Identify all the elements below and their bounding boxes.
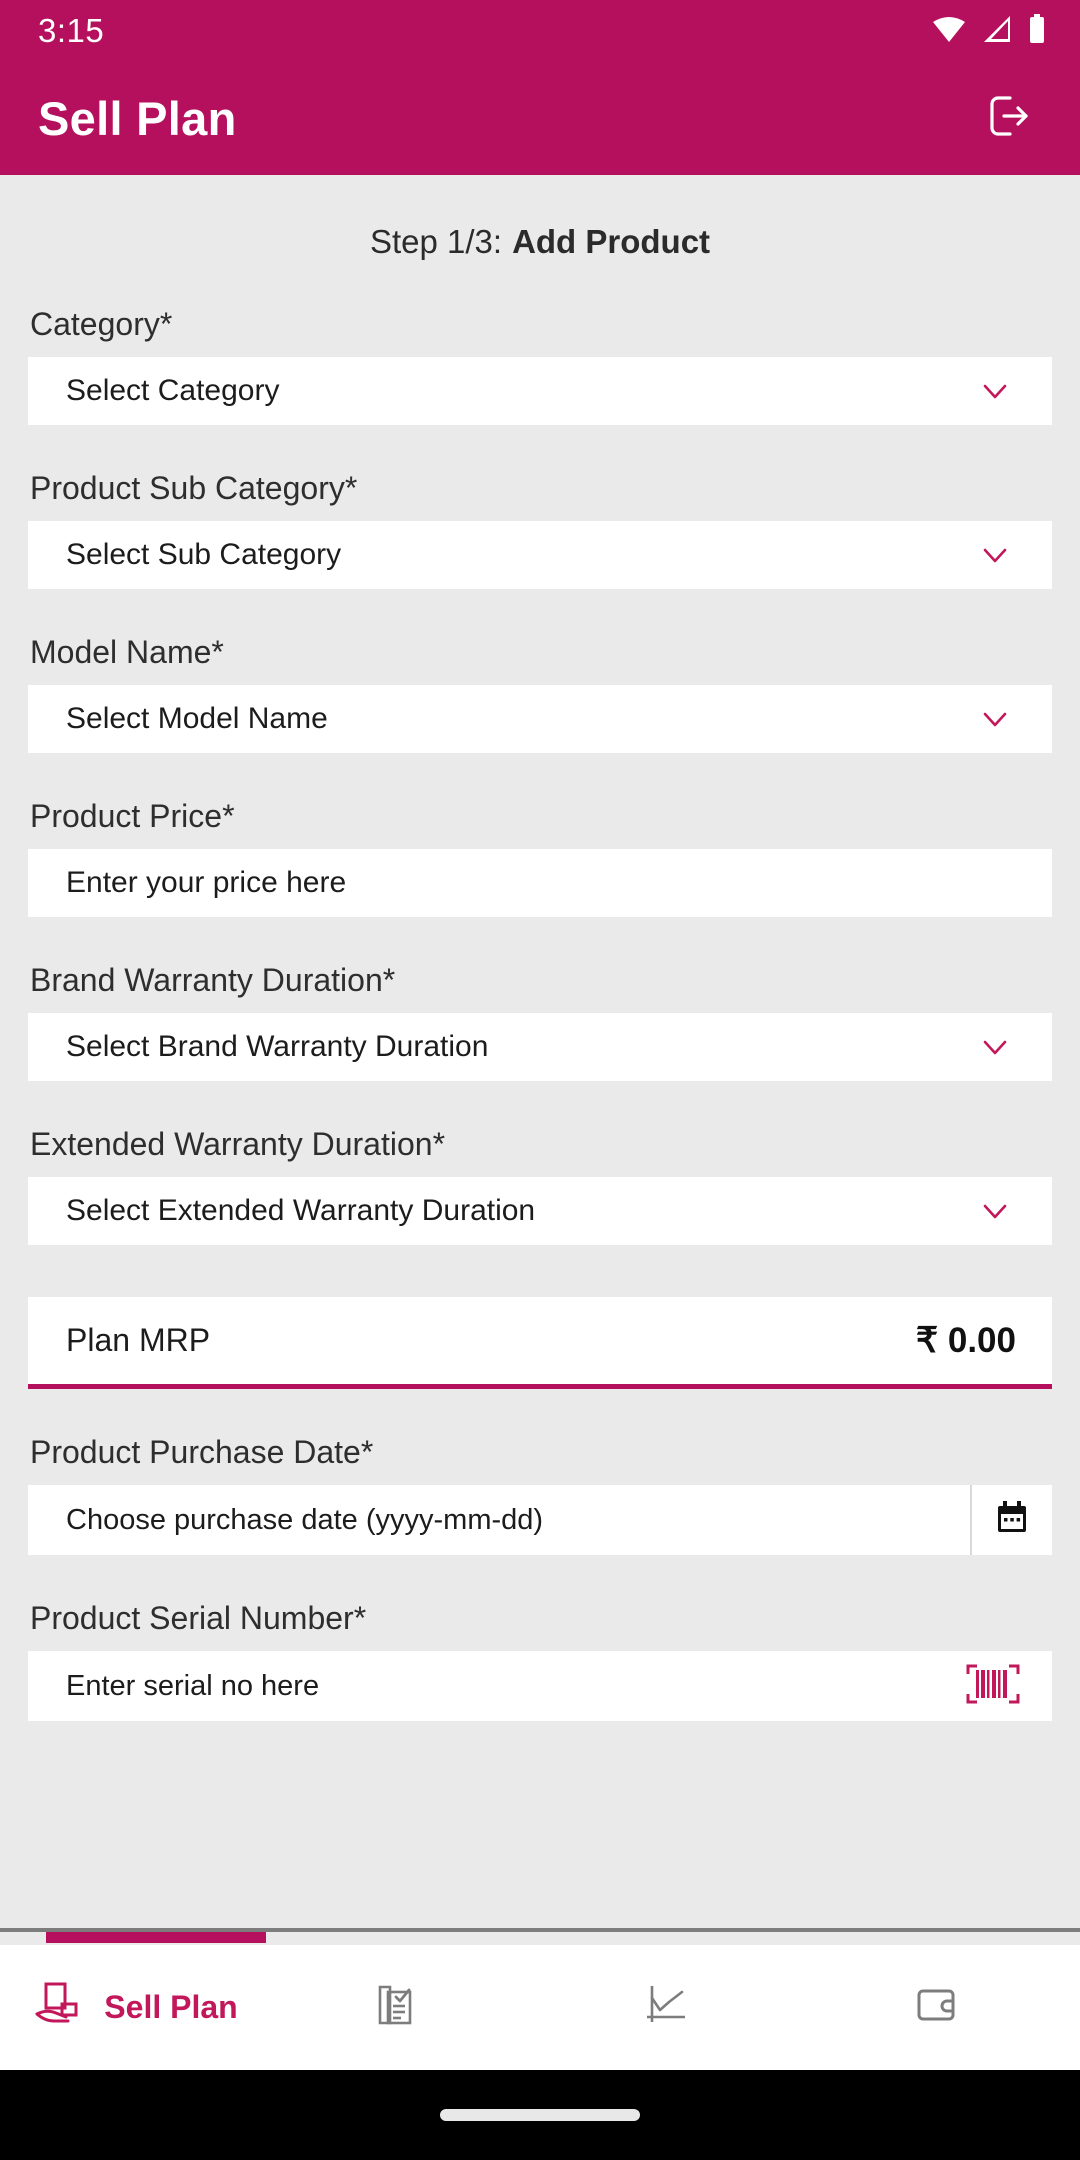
wifi-icon	[932, 15, 966, 48]
document-check-icon	[369, 1978, 423, 2037]
nav-item-wallet[interactable]	[810, 1945, 1080, 2070]
nav-item-sell-plan[interactable]: Sell Plan	[0, 1945, 270, 2070]
hand-holding-card-icon	[32, 1978, 86, 2037]
app-bar: Sell Plan	[0, 62, 1080, 175]
purchase-date-picker-button[interactable]	[972, 1485, 1052, 1555]
step-prefix: Step 1/3:	[369, 223, 503, 260]
serial-number-row: Enter serial no here	[28, 1651, 1052, 1721]
nav-item-orders[interactable]	[270, 1945, 540, 2070]
bottom-navigation: Sell Plan	[0, 1945, 1080, 2070]
chevron-down-icon	[978, 702, 1012, 736]
wallet-icon	[909, 1978, 963, 2037]
plan-mrp-value: ₹ 0.00	[915, 1320, 1016, 1360]
label-category: Category*	[30, 306, 173, 342]
home-indicator[interactable]	[440, 2109, 640, 2121]
calendar-icon	[992, 1498, 1032, 1543]
model-name-dropdown[interactable]: Select Model Name	[28, 685, 1052, 753]
chevron-down-icon	[978, 538, 1012, 572]
label-serial-number: Product Serial Number*	[30, 1600, 367, 1636]
page-title: Sell Plan	[38, 92, 237, 145]
label-product-price: Product Price*	[30, 798, 235, 834]
category-dropdown[interactable]: Select Category	[28, 357, 1052, 425]
sub-category-value: Select Sub Category	[66, 538, 342, 571]
nav-label-sell-plan: Sell Plan	[104, 1989, 238, 2025]
form-fields: Category* Select Category Product Sub Ca…	[0, 306, 1080, 1721]
status-bar: 3:15	[0, 0, 1080, 62]
extended-warranty-duration-dropdown[interactable]: Select Extended Warranty Duration	[28, 1177, 1052, 1245]
label-model-name: Model Name*	[30, 634, 224, 670]
label-extended-warranty-duration: Extended Warranty Duration*	[30, 1126, 446, 1162]
signal-icon	[982, 15, 1012, 48]
plan-mrp-row: Plan MRP ₹ 0.00	[28, 1297, 1052, 1389]
scroll-indicator[interactable]	[46, 1932, 266, 1943]
form-scroll-area[interactable]: Step 1/3: Add Product Category* Select Ca…	[0, 175, 1080, 1945]
category-value: Select Category	[66, 374, 280, 407]
purchase-date-input[interactable]: Choose purchase date (yyyy-mm-dd)	[28, 1485, 972, 1555]
logout-button[interactable]	[972, 83, 1044, 155]
battery-icon	[1028, 13, 1046, 49]
step-indicator: Step 1/3: Add Product	[0, 175, 1080, 261]
line-chart-icon	[639, 1978, 693, 2037]
step-name: Add Product	[512, 223, 711, 260]
label-brand-warranty-duration: Brand Warranty Duration*	[30, 962, 396, 998]
plan-mrp-label: Plan MRP	[66, 1322, 211, 1358]
status-time: 3:15	[38, 12, 105, 49]
brand-warranty-duration-value: Select Brand Warranty Duration	[66, 1030, 489, 1063]
label-purchase-date: Product Purchase Date*	[30, 1434, 374, 1470]
brand-warranty-duration-dropdown[interactable]: Select Brand Warranty Duration	[28, 1013, 1052, 1081]
product-price-placeholder: Enter your price here	[66, 866, 347, 899]
system-gesture-bar	[0, 2070, 1080, 2160]
chevron-down-icon	[978, 1194, 1012, 1228]
model-name-value: Select Model Name	[66, 702, 328, 735]
extended-warranty-duration-value: Select Extended Warranty Duration	[66, 1194, 536, 1227]
chevron-down-icon	[978, 1030, 1012, 1064]
product-price-input[interactable]: Enter your price here	[28, 849, 1052, 917]
nav-item-reports[interactable]	[540, 1945, 810, 2070]
logout-icon	[980, 88, 1036, 149]
barcode-scan-icon[interactable]	[964, 1660, 1022, 1713]
label-sub-category: Product Sub Category*	[30, 470, 358, 506]
status-icons	[932, 13, 1046, 49]
purchase-date-row: Choose purchase date (yyyy-mm-dd)	[28, 1485, 1052, 1555]
sub-category-dropdown[interactable]: Select Sub Category	[28, 521, 1052, 589]
serial-number-input[interactable]: Enter serial no here	[66, 1670, 319, 1703]
chevron-down-icon	[978, 374, 1012, 408]
